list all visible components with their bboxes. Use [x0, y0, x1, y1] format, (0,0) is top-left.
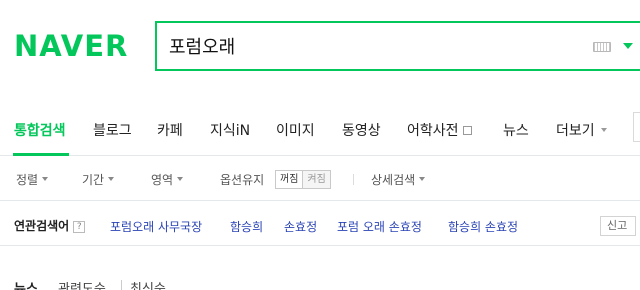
related-link[interactable]: 함승희 [230, 218, 263, 235]
tab-images[interactable]: 이미지 [276, 120, 315, 140]
tab-videos[interactable]: 동영상 [342, 120, 381, 140]
report-button[interactable]: 신고 [600, 216, 636, 236]
search-tabs: 통합검색 블로그 카페 지식iN 이미지 동영상 어학사전 뉴스 더보기 [0, 112, 640, 156]
tab-dictionary[interactable]: 어학사전 [407, 120, 472, 140]
related-link[interactable]: 함승희 손효정 [448, 218, 518, 235]
tab-blog[interactable]: 블로그 [93, 120, 132, 140]
tab-cafe[interactable]: 카페 [157, 120, 183, 140]
sort-label: 정렬 [16, 173, 39, 187]
search-input[interactable] [169, 32, 569, 60]
news-section-title: 뉴스 [14, 282, 38, 290]
tab-more-label: 더보기 [556, 123, 595, 139]
tab-integrated-search[interactable]: 통합검색 [14, 120, 66, 140]
related-title: 연관검색어? [14, 217, 86, 234]
help-icon[interactable]: ? [73, 221, 86, 233]
related-searches: 연관검색어? 포럼오래 사무국장 함승희 손효정 포럼 오래 손효정 함승희 손… [0, 202, 640, 246]
tab-knowledge-in[interactable]: 지식iN [210, 120, 250, 140]
news-section-header: 뉴스 관련도순 최신순 [0, 270, 640, 290]
triangle-down-icon[interactable] [623, 43, 633, 49]
area-option[interactable]: 영역 [151, 171, 184, 188]
side-panel-edge[interactable] [633, 112, 640, 142]
sort-option[interactable]: 정렬 [16, 171, 49, 188]
related-link[interactable]: 손효정 [284, 218, 317, 235]
divider [353, 174, 354, 185]
keyboard-icon[interactable] [593, 42, 611, 52]
area-label: 영역 [151, 173, 174, 187]
related-link[interactable]: 포럼오래 사무국장 [110, 218, 202, 235]
related-link[interactable]: 포럼 오래 손효정 [337, 218, 422, 235]
caret-down-icon [108, 177, 115, 181]
period-label: 기간 [82, 173, 105, 187]
external-box-icon [462, 126, 472, 135]
search-options-bar: 정렬 기간 영역 옵션유지 꺼짐 켜짐 상세검색 [0, 157, 640, 201]
header: NAVER [0, 0, 640, 104]
caret-down-icon [177, 177, 184, 181]
sort-latest[interactable]: 최신순 [130, 278, 166, 290]
toggle-on-button[interactable]: 켜짐 [302, 171, 330, 188]
tab-news[interactable]: 뉴스 [503, 120, 529, 140]
active-tab-indicator [13, 153, 69, 156]
keep-option-toggle[interactable]: 꺼짐 켜짐 [275, 170, 331, 189]
caret-down-icon [600, 128, 607, 132]
toggle-off-button[interactable]: 꺼짐 [276, 171, 303, 188]
tab-dictionary-label: 어학사전 [407, 123, 459, 139]
search-box[interactable] [155, 21, 640, 71]
tab-more[interactable]: 더보기 [556, 120, 607, 140]
sort-relevance[interactable]: 관련도순 [58, 278, 106, 290]
caret-down-icon [419, 177, 426, 181]
detail-search-label: 상세검색 [371, 173, 416, 187]
keep-option-label: 옵션유지 [220, 173, 265, 187]
divider [121, 280, 122, 290]
related-title-label: 연관검색어 [14, 219, 70, 233]
period-option[interactable]: 기간 [82, 171, 115, 188]
naver-logo[interactable]: NAVER [14, 31, 128, 61]
caret-down-icon [42, 177, 49, 181]
detail-search-option[interactable]: 상세검색 [371, 171, 426, 188]
